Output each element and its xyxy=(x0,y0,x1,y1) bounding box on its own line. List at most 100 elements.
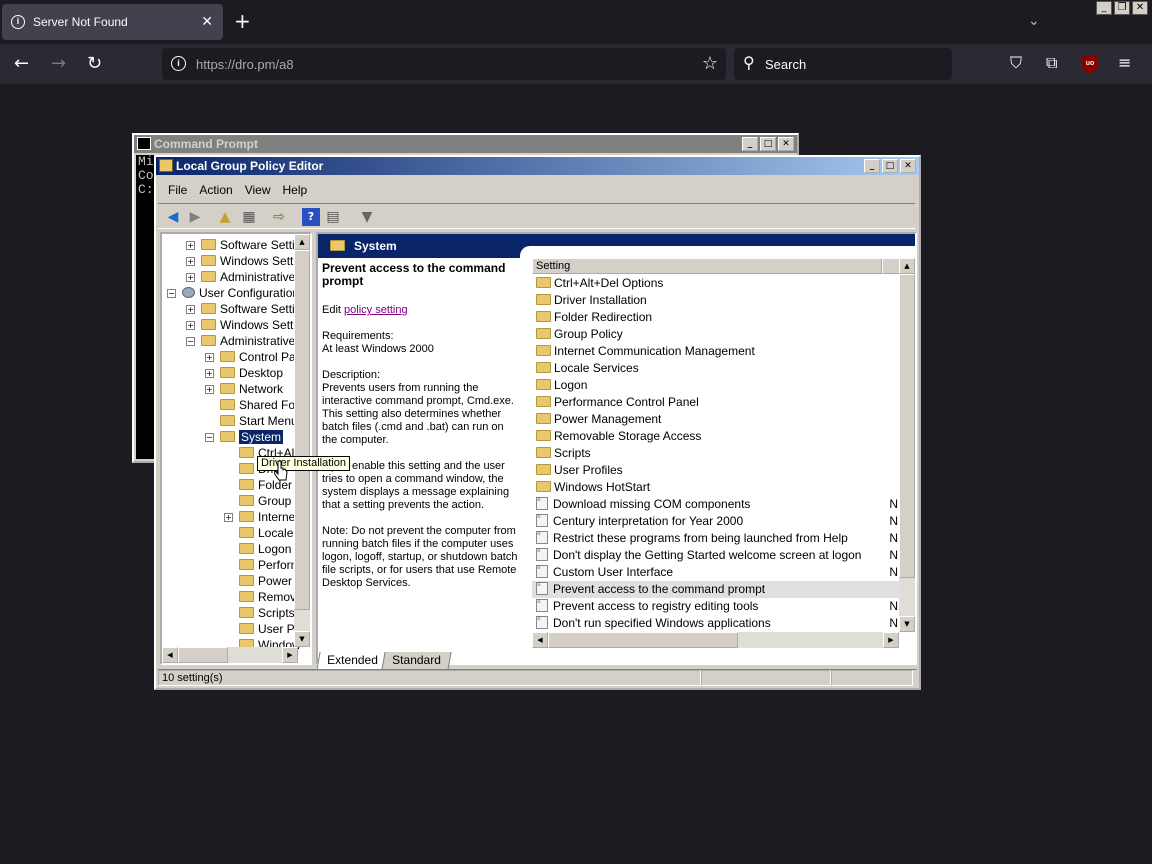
collapse-icon[interactable]: − xyxy=(205,433,214,443)
tree-item[interactable]: Logon xyxy=(224,541,291,557)
expand-icon[interactable]: + xyxy=(186,257,195,267)
tree-item[interactable]: Group P xyxy=(224,493,303,509)
close-button[interactable]: ✕ xyxy=(1132,1,1148,15)
filter-icon[interactable]: ▼ xyxy=(358,208,376,226)
collapse-icon[interactable]: − xyxy=(186,337,195,347)
group-policy-editor-window[interactable]: Local Group Policy Editor _ □ ✕ File Act… xyxy=(154,155,921,690)
chevron-down-icon[interactable]: ⌄ xyxy=(1028,12,1040,29)
list-item[interactable]: ≡ Download missing COM components N xyxy=(532,496,900,513)
scroll-left-button[interactable]: ◀ xyxy=(162,647,178,663)
minimize-button[interactable]: _ xyxy=(742,137,758,151)
tree-item[interactable]: + Control Pan xyxy=(205,349,302,365)
policy-setting-link[interactable]: policy setting xyxy=(344,304,408,316)
column-header-setting[interactable]: Setting xyxy=(532,258,882,274)
close-button[interactable]: ✕ xyxy=(778,137,794,151)
cmd-title-bar[interactable]: Command Prompt _ □ ✕ xyxy=(134,135,797,153)
restore-button[interactable]: ❐ xyxy=(1114,1,1130,15)
list-item[interactable]: Locale Services xyxy=(532,360,900,377)
tree-item[interactable]: Perform xyxy=(224,557,301,573)
up-folder-icon[interactable]: ▲ xyxy=(216,208,234,226)
properties-icon[interactable]: ▤ xyxy=(324,208,342,226)
tree-item[interactable]: Scripts xyxy=(224,605,295,621)
tree-item[interactable]: + Software Settin xyxy=(186,237,301,253)
list-item[interactable]: ≡ Don't display the Getting Started welco… xyxy=(532,547,900,564)
tree-item[interactable]: Start Menu xyxy=(205,413,298,429)
help-icon[interactable]: ? xyxy=(302,208,320,226)
expand-icon[interactable]: + xyxy=(186,241,195,251)
tree-item[interactable]: + Windows Settin xyxy=(186,317,303,333)
expand-icon[interactable]: + xyxy=(186,273,195,283)
browser-tab[interactable]: i Server Not Found ✕ xyxy=(2,4,223,40)
bookmark-star-icon[interactable]: ☆ xyxy=(702,53,718,74)
tree-item[interactable]: User Pr xyxy=(224,621,299,637)
forward-arrow-icon[interactable]: ▶ xyxy=(186,208,204,226)
list-item[interactable]: ≡ Prevent access to the command prompt xyxy=(532,581,900,598)
expand-icon[interactable]: + xyxy=(186,321,195,331)
minimize-button[interactable]: _ xyxy=(864,159,880,173)
tree-item[interactable]: − User Configuration xyxy=(167,285,299,301)
list-item[interactable]: Ctrl+Alt+Del Options xyxy=(532,275,900,292)
export-list-icon[interactable]: ⇨ xyxy=(270,208,288,226)
tree-item[interactable]: + Administrative T xyxy=(186,269,306,285)
list-item[interactable]: ≡ Don't run specified Windows application… xyxy=(532,615,900,632)
list-item[interactable]: Logon xyxy=(532,377,900,394)
list-item[interactable]: ≡ Century interpretation for Year 2000 N xyxy=(532,513,900,530)
scroll-up-button[interactable]: ▲ xyxy=(899,258,915,274)
tab-standard[interactable]: Standard xyxy=(381,652,452,670)
tree-horizontal-scrollbar[interactable]: ◀ ▶ xyxy=(162,647,298,663)
expand-icon[interactable]: + xyxy=(224,513,233,523)
expand-icon[interactable]: + xyxy=(205,385,214,395)
expand-icon[interactable]: + xyxy=(205,353,214,363)
scroll-right-button[interactable]: ▶ xyxy=(883,632,899,648)
column-header-extra[interactable] xyxy=(882,258,900,274)
scroll-down-button[interactable]: ▼ xyxy=(294,631,310,647)
scroll-right-button[interactable]: ▶ xyxy=(282,647,298,663)
maximize-button[interactable]: □ xyxy=(882,159,898,173)
maximize-button[interactable]: □ xyxy=(760,137,776,151)
tree-item[interactable]: Folder F xyxy=(224,477,303,493)
scroll-up-button[interactable]: ▲ xyxy=(294,234,310,250)
menu-action[interactable]: Action xyxy=(193,179,238,201)
tree-item[interactable]: + Interne xyxy=(224,509,295,525)
list-item[interactable]: Driver Installation xyxy=(532,292,900,309)
list-item[interactable]: Windows HotStart xyxy=(532,479,900,496)
tab-extended[interactable]: Extended xyxy=(316,652,389,670)
close-button[interactable]: ✕ xyxy=(900,159,916,173)
list-item[interactable]: Internet Communication Management xyxy=(532,343,900,360)
back-arrow-icon[interactable]: ◀ xyxy=(164,208,182,226)
scroll-thumb[interactable] xyxy=(548,632,738,648)
scroll-thumb[interactable] xyxy=(294,250,310,610)
list-item[interactable]: ≡ Restrict these programs from being laun… xyxy=(532,530,900,547)
list-item[interactable]: ≡ Custom User Interface N xyxy=(532,564,900,581)
expand-icon[interactable]: + xyxy=(205,369,214,379)
expand-icon[interactable]: + xyxy=(186,305,195,315)
list-horizontal-scrollbar[interactable]: ◀ ▶ xyxy=(532,632,899,648)
gpe-title-bar[interactable]: Local Group Policy Editor _ □ ✕ xyxy=(156,157,919,175)
menu-view[interactable]: View xyxy=(239,179,277,201)
tree-item[interactable]: + Network xyxy=(205,381,283,397)
new-tab-button[interactable]: + xyxy=(234,9,251,33)
list-item[interactable]: Removable Storage Access xyxy=(532,428,900,445)
search-input[interactable]: ⚲ Search xyxy=(734,48,952,80)
settings-list[interactable]: Setting Ctrl+Alt+Del Options Driver Insta… xyxy=(532,258,915,648)
tree-item[interactable]: + Software Settin xyxy=(186,301,301,317)
ublock-origin-icon[interactable]: uo xyxy=(1082,55,1098,73)
scroll-thumb[interactable] xyxy=(899,274,915,578)
list-item[interactable]: Power Management xyxy=(532,411,900,428)
forward-arrow-icon[interactable]: → xyxy=(51,53,66,74)
extensions-icon[interactable]: ⧉ xyxy=(1046,53,1057,73)
menu-file[interactable]: File xyxy=(162,179,193,201)
tree-item[interactable]: Power N xyxy=(224,573,304,589)
tree-item[interactable]: − System xyxy=(205,429,284,445)
list-item[interactable]: User Profiles xyxy=(532,462,900,479)
minimize-button[interactable]: _ xyxy=(1096,1,1112,15)
list-item[interactable]: Scripts xyxy=(532,445,900,462)
site-info-icon[interactable]: i xyxy=(171,56,186,71)
list-item[interactable]: Group Policy xyxy=(532,326,900,343)
menu-icon[interactable]: ≡ xyxy=(1118,53,1131,72)
tree-item[interactable]: Shared Folc xyxy=(205,397,304,413)
tree-vertical-scrollbar[interactable]: ▲ ▼ xyxy=(294,234,310,647)
show-hide-tree-icon[interactable]: ▦ xyxy=(240,208,258,226)
scroll-left-button[interactable]: ◀ xyxy=(532,632,548,648)
collapse-icon[interactable]: − xyxy=(167,289,176,299)
